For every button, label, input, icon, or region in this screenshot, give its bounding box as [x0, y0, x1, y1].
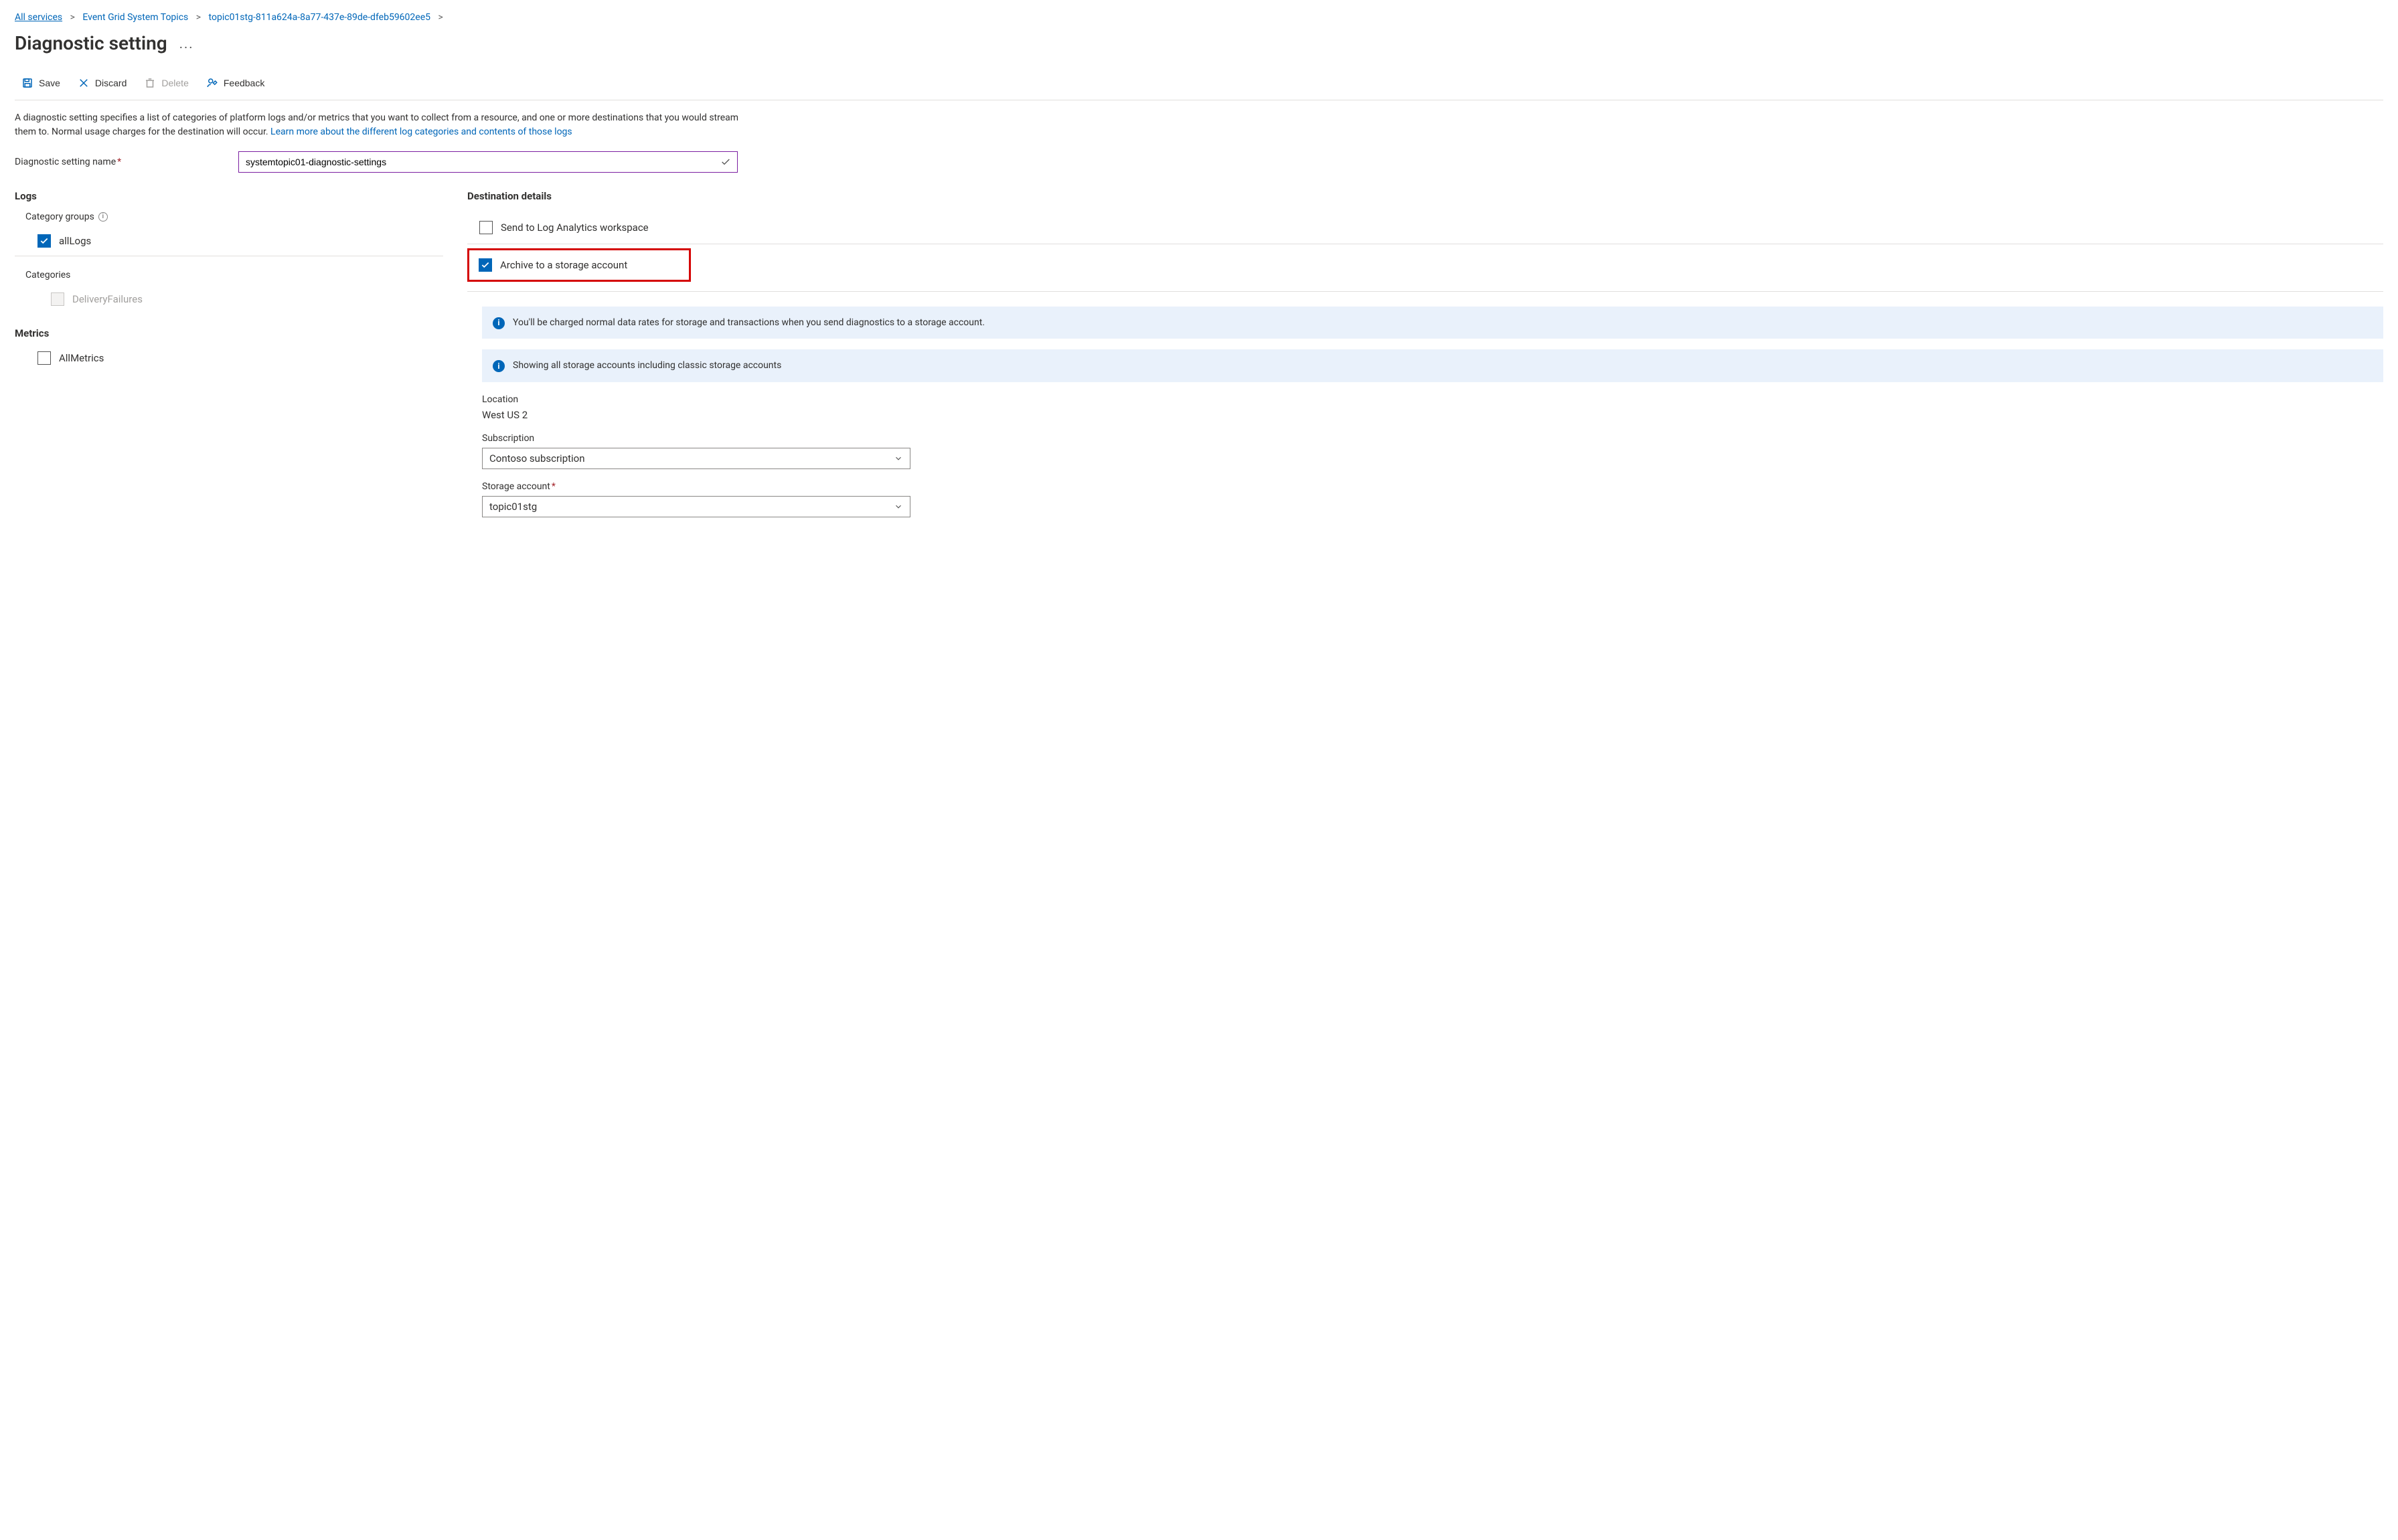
delete-button: Delete: [137, 74, 195, 92]
chevron-right-icon: >: [433, 12, 449, 23]
discard-button[interactable]: Discard: [71, 74, 133, 92]
storage-highlight: Archive to a storage account: [467, 248, 691, 282]
subscription-select[interactable]: Contoso subscription: [482, 448, 910, 469]
info-icon: i: [493, 360, 505, 372]
storage-account-value: topic01stg: [489, 501, 537, 513]
log-analytics-label: Send to Log Analytics workspace: [501, 222, 649, 234]
feedback-button[interactable]: Feedback: [199, 74, 271, 92]
storage-label: Archive to a storage account: [500, 259, 627, 271]
chevron-down-icon: [894, 454, 903, 463]
breadcrumb: All services > Event Grid System Topics …: [15, 12, 2383, 23]
learn-more-link[interactable]: Learn more about the different log categ…: [270, 126, 572, 137]
all-logs-label: allLogs: [59, 235, 91, 247]
close-icon: [78, 77, 90, 89]
save-button[interactable]: Save: [15, 74, 67, 92]
discard-label: Discard: [95, 78, 127, 88]
all-metrics-checkbox[interactable]: [37, 351, 51, 365]
location-value: West US 2: [482, 409, 2383, 421]
all-metrics-label: AllMetrics: [59, 352, 104, 364]
logs-heading: Logs: [15, 190, 443, 202]
checkmark-icon: [720, 157, 731, 167]
info-text-classic: Showing all storage accounts including c…: [513, 359, 781, 372]
save-label: Save: [39, 78, 60, 88]
categories-label: Categories: [25, 270, 443, 280]
storage-account-label: Storage account*: [482, 481, 2383, 492]
breadcrumb-event-grid[interactable]: Event Grid System Topics: [82, 12, 188, 23]
info-banner-classic: i Showing all storage accounts including…: [482, 349, 2383, 381]
feedback-label: Feedback: [224, 78, 264, 88]
delivery-failures-checkbox: [51, 292, 64, 306]
subscription-label: Subscription: [482, 433, 2383, 444]
delivery-failures-label: DeliveryFailures: [72, 293, 143, 305]
chevron-right-icon: >: [191, 12, 206, 23]
storage-account-select[interactable]: topic01stg: [482, 496, 910, 517]
trash-icon: [144, 77, 156, 89]
category-groups-label: Category groups i: [25, 211, 443, 222]
chevron-right-icon: >: [65, 12, 80, 23]
feedback-icon: [206, 77, 218, 89]
info-icon: i: [493, 317, 505, 329]
location-label: Location: [482, 394, 2383, 405]
setting-name-input[interactable]: [238, 151, 738, 173]
breadcrumb-all-services[interactable]: All services: [15, 12, 62, 23]
description-text: A diagnostic setting specifies a list of…: [15, 111, 751, 139]
destination-heading: Destination details: [467, 190, 2383, 202]
log-analytics-checkbox[interactable]: [479, 221, 493, 234]
info-banner-charges: i You'll be charged normal data rates fo…: [482, 307, 2383, 339]
all-logs-checkbox[interactable]: [37, 234, 51, 248]
info-icon[interactable]: i: [98, 212, 108, 222]
delete-label: Delete: [161, 78, 188, 88]
storage-checkbox[interactable]: [479, 258, 492, 272]
more-actions-button[interactable]: ...: [179, 35, 194, 52]
info-text-charges: You'll be charged normal data rates for …: [513, 316, 985, 329]
page-title: Diagnostic setting: [15, 32, 167, 54]
subscription-value: Contoso subscription: [489, 452, 585, 464]
chevron-down-icon: [894, 502, 903, 511]
save-icon: [21, 77, 33, 89]
setting-name-label: Diagnostic setting name*: [15, 157, 222, 167]
metrics-heading: Metrics: [15, 327, 443, 339]
toolbar: Save Discard Delete Feedback: [15, 70, 2383, 100]
breadcrumb-topic[interactable]: topic01stg-811a624a-8a77-437e-89de-dfeb5…: [209, 12, 430, 23]
